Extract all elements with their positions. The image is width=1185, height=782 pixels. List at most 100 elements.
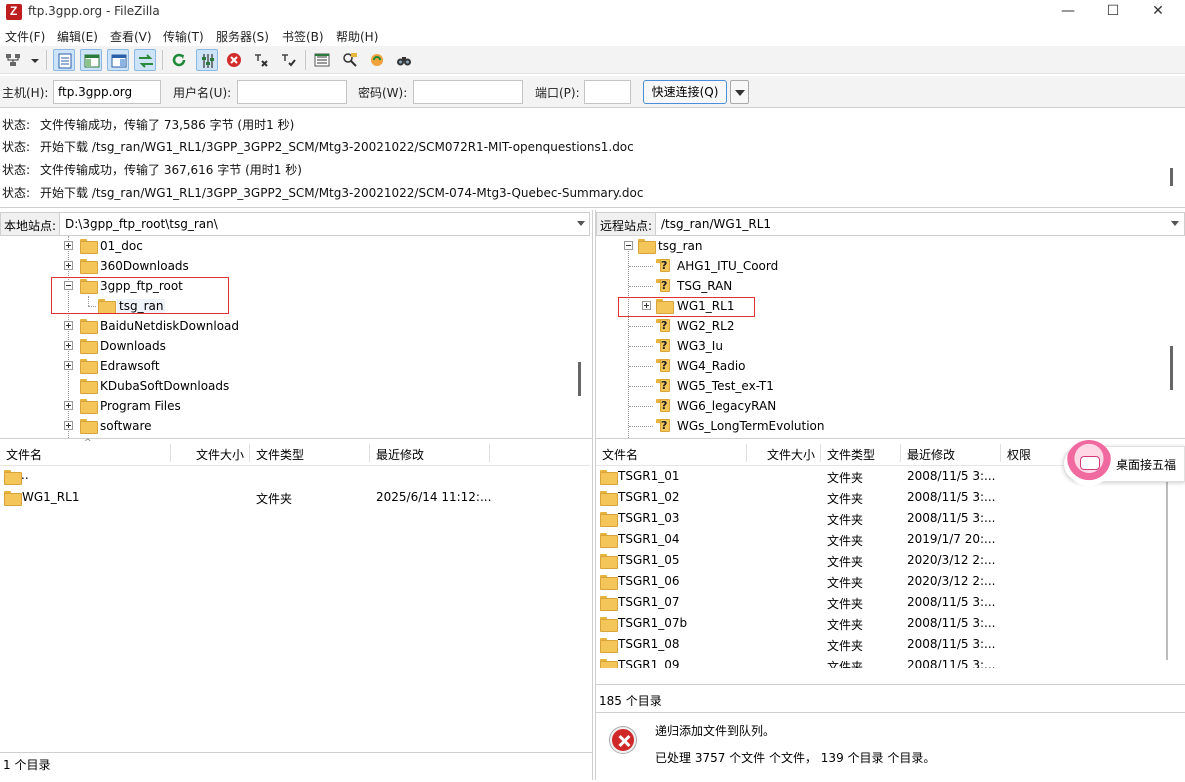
list-item[interactable]: TSGR1_04 文件夹 2019/1/7 20:... <box>596 529 1166 550</box>
unknown-folder-icon <box>656 399 672 412</box>
menu-bookmarks[interactable]: 书签(B) <box>282 28 324 45</box>
list-item[interactable]: TSGR1_08 文件夹 2008/11/5 3:... <box>596 634 1166 655</box>
tree-node[interactable]: WG5_Test_ex-T1 <box>596 376 1185 396</box>
folder-icon <box>600 554 618 569</box>
folder-icon <box>80 339 98 354</box>
minimize-button[interactable]: — <box>1045 0 1091 24</box>
tree-node[interactable]: Downloads <box>0 336 590 356</box>
column-modified[interactable]: 最近修改 <box>376 446 424 463</box>
local-status-text: 1 个目录 <box>3 758 51 772</box>
remote-list-hscroll[interactable] <box>596 668 1185 684</box>
process-queue-icon[interactable] <box>196 49 218 71</box>
list-item[interactable]: WG1_RL1 文件夹 2025/6/14 11:12:... <box>0 487 590 508</box>
site-manager-icon[interactable] <box>2 49 24 71</box>
column-filesize[interactable]: 文件大小 <box>767 446 815 463</box>
toggle-log-icon[interactable] <box>53 49 75 71</box>
remote-list-scrollbar[interactable] <box>1166 470 1168 660</box>
local-path-input[interactable]: D:\3gpp_ftp_root\tsg_ran\ <box>65 217 218 231</box>
dropdown-arrow-icon[interactable] <box>26 49 40 71</box>
tree-node[interactable]: AHG1_ITU_Coord <box>596 256 1185 276</box>
cancel-icon[interactable] <box>223 49 245 71</box>
remote-tree: tsg_ran AHG1_ITU_Coord TSG_RAN WG1_RL1 W… <box>596 236 1185 438</box>
status-log[interactable]: 状态: 文件传输成功，传输了 73,586 字节 (用时1 秒) 状态: 开始下载 … <box>0 110 1185 208</box>
folder-icon <box>600 575 618 590</box>
column-filename[interactable]: 文件名 <box>602 446 638 463</box>
column-modified[interactable]: 最近修改 <box>907 446 955 463</box>
tree-node[interactable]: WGs_LongTermEvolution <box>596 416 1185 436</box>
password-input[interactable] <box>413 80 523 104</box>
column-filetype[interactable]: 文件类型 <box>827 446 875 463</box>
tree-node[interactable]: WG2_RL2 <box>596 316 1185 336</box>
list-item[interactable]: TSGR1_09 文件夹 2008/11/5 3:... <box>596 655 1166 668</box>
username-input[interactable] <box>237 80 347 104</box>
folder-icon <box>600 596 618 611</box>
toolbar <box>0 46 1185 74</box>
list-item[interactable]: TSGR1_03 文件夹 2008/11/5 3:... <box>596 508 1166 529</box>
folder-icon <box>80 419 98 434</box>
tree-node[interactable]: tsg_ran <box>596 236 1185 256</box>
column-permissions[interactable]: 权限 <box>1007 446 1031 463</box>
list-item[interactable]: TSGR1_07b 文件夹 2008/11/5 3:... <box>596 613 1166 634</box>
port-input[interactable] <box>584 80 631 104</box>
tree-node[interactable]: 01_doc <box>0 236 590 256</box>
list-item[interactable]: .. <box>0 466 590 487</box>
refresh-icon[interactable] <box>168 49 190 71</box>
folder-icon <box>600 470 618 485</box>
menu-view[interactable]: 查看(V) <box>110 28 152 45</box>
reconnect-icon[interactable] <box>277 49 299 71</box>
menu-server[interactable]: 服务器(S) <box>216 28 269 45</box>
list-item[interactable]: TSGR1_06 文件夹 2020/3/12 2:... <box>596 571 1166 592</box>
transfer-queue-icon[interactable] <box>134 49 156 71</box>
tree-node[interactable]: Program Files <box>0 396 590 416</box>
list-item[interactable]: TSGR1_05 文件夹 2020/3/12 2:... <box>596 550 1166 571</box>
host-input[interactable]: ftp.3gpp.org <box>53 80 161 104</box>
local-tree-scrollbar[interactable] <box>578 362 581 396</box>
sync-browse-icon[interactable] <box>366 49 388 71</box>
close-button[interactable]: ✕ <box>1135 0 1181 24</box>
folder-icon <box>80 359 98 374</box>
quick-connect-dropdown-icon[interactable] <box>730 80 749 104</box>
title-bar: ftp.3gpp.org - FileZilla — ☐ ✕ <box>0 0 1185 24</box>
tree-node[interactable]: BaiduNetdiskDownload <box>0 316 590 336</box>
column-filename[interactable]: 文件名 <box>6 446 42 463</box>
toggle-local-tree-icon[interactable] <box>80 49 102 71</box>
column-filetype[interactable]: 文件类型 <box>256 446 304 463</box>
list-item[interactable]: TSGR1_02 文件夹 2008/11/5 3:... <box>596 487 1166 508</box>
unknown-folder-icon <box>656 339 672 352</box>
toggle-remote-tree-icon[interactable] <box>107 49 129 71</box>
quick-connect-button[interactable]: 快速连接(Q) <box>643 80 727 104</box>
local-path-dropdown-icon[interactable] <box>577 221 585 227</box>
list-item[interactable]: TSGR1_07 文件夹 2008/11/5 3:... <box>596 592 1166 613</box>
maximize-button[interactable]: ☐ <box>1090 0 1136 24</box>
remote-tree-scrollbar[interactable] <box>1170 346 1173 390</box>
mascot-icon[interactable] <box>1066 440 1112 486</box>
log-scrollbar[interactable] <box>1170 168 1173 186</box>
tree-node[interactable]: 360Downloads <box>0 256 590 276</box>
tree-node[interactable]: WG3_Iu <box>596 336 1185 356</box>
host-label: 主机(H): <box>2 86 49 100</box>
tree-node[interactable]: Edrawsoft <box>0 356 590 376</box>
tree-node[interactable]: KDubaSoftDownloads <box>0 376 590 396</box>
compare-icon[interactable] <box>339 49 361 71</box>
menu-file[interactable]: 文件(F) <box>5 28 45 45</box>
menu-help[interactable]: 帮助(H) <box>336 28 378 45</box>
tree-node[interactable]: software <box>0 416 590 436</box>
menu-transfer[interactable]: 传输(T) <box>163 28 204 45</box>
folder-icon <box>80 379 98 394</box>
folder-icon <box>600 533 618 548</box>
log-line: 状态: 文件传输成功，传输了 367,616 字节 (用时1 秒) <box>2 163 302 177</box>
remote-path-dropdown-icon[interactable] <box>1171 221 1179 227</box>
search-icon[interactable] <box>393 49 415 71</box>
folder-icon <box>80 239 98 254</box>
tree-node[interactable]: WG4_Radio <box>596 356 1185 376</box>
tree-node[interactable]: WG6_legacyRAN <box>596 396 1185 416</box>
panel-divider[interactable] <box>592 210 593 780</box>
disconnect-icon[interactable] <box>250 49 272 71</box>
tree-node[interactable]: TSG_RAN <box>596 276 1185 296</box>
log-line: 状态: 开始下载 /tsg_ran/WG1_RL1/3GPP_3GPP2_SCM/… <box>2 186 644 200</box>
menu-edit[interactable]: 编辑(E) <box>57 28 98 45</box>
column-filesize[interactable]: 文件大小 <box>196 446 244 463</box>
unknown-folder-icon <box>656 279 672 292</box>
filter-icon[interactable] <box>311 49 333 71</box>
remote-path-input[interactable]: /tsg_ran/WG1_RL1 <box>661 217 771 231</box>
